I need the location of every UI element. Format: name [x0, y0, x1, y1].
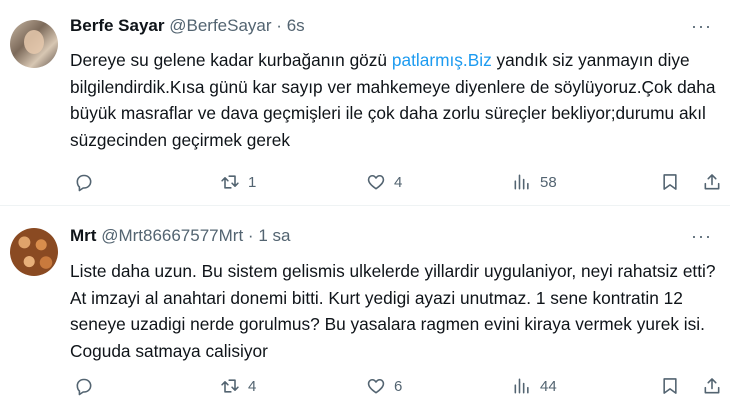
separator: ·: [276, 16, 282, 35]
bookmark-button[interactable]: [660, 374, 680, 398]
views-button[interactable]: 44: [512, 374, 557, 398]
share-button[interactable]: [702, 374, 722, 398]
share-icon: [704, 378, 720, 394]
tweet-link[interactable]: patlarmış.Biz: [392, 50, 492, 70]
like-icon: [367, 174, 385, 190]
views-icon: [514, 378, 529, 394]
reply-icon: [76, 174, 92, 192]
reply-button[interactable]: [74, 374, 102, 398]
retweet-count: 4: [248, 377, 257, 395]
action-bar: 1 4 58: [70, 170, 720, 194]
views-button[interactable]: 58: [512, 170, 557, 194]
tweet[interactable]: Berfe Sayar @BerfeSayar · 6s ··· Dereye …: [0, 0, 730, 205]
separator: ·: [247, 226, 254, 245]
retweet-icon: [221, 175, 239, 189]
tweet-header: Berfe Sayar @BerfeSayar · 6s: [70, 16, 305, 36]
display-name[interactable]: Mrt: [70, 226, 96, 245]
views-count: 58: [540, 173, 557, 191]
views-icon: [514, 174, 529, 190]
tweet-header: Mrt @Mrt86667577Mrt · 1 sa: [70, 226, 290, 246]
more-options-icon[interactable]: ···: [691, 16, 712, 37]
timestamp[interactable]: 6s: [287, 16, 305, 35]
retweet-button[interactable]: 4: [220, 374, 256, 398]
reply-icon: [76, 378, 92, 396]
avatar[interactable]: [10, 20, 58, 68]
views-count: 44: [540, 377, 557, 395]
tweet-text: Dereye su gelene kadar kurbağanın gözü p…: [70, 47, 720, 153]
like-button[interactable]: 4: [366, 170, 402, 194]
like-icon: [367, 378, 385, 394]
bookmark-icon: [663, 378, 677, 394]
retweet-icon: [221, 379, 239, 393]
timestamp[interactable]: 1 sa: [258, 226, 290, 245]
tweet-text: Liste daha uzun. Bu sistem gelismis ulke…: [70, 258, 720, 364]
tweet-text-part: Liste daha uzun. Bu sistem gelismis ulke…: [70, 261, 716, 361]
share-icon: [704, 174, 720, 190]
tweet-text-part: Dereye su gelene kadar kurbağanın gözü: [70, 50, 392, 70]
avatar[interactable]: [10, 228, 58, 276]
like-button[interactable]: 6: [366, 374, 402, 398]
tweet[interactable]: Mrt @Mrt86667577Mrt · 1 sa ··· Liste dah…: [0, 207, 730, 420]
user-handle[interactable]: @Mrt86667577Mrt: [101, 226, 243, 245]
share-button[interactable]: [702, 170, 722, 194]
action-bar: 4 6 44: [70, 374, 720, 398]
divider: [0, 205, 730, 206]
like-count: 4: [394, 173, 403, 191]
bookmark-button[interactable]: [660, 170, 680, 194]
display-name[interactable]: Berfe Sayar: [70, 16, 165, 35]
user-handle[interactable]: @BerfeSayar: [169, 16, 271, 35]
retweet-count: 1: [248, 173, 257, 191]
like-count: 6: [394, 377, 403, 395]
retweet-button[interactable]: 1: [220, 170, 256, 194]
bookmark-icon: [663, 174, 677, 190]
reply-button[interactable]: [74, 170, 102, 194]
more-options-icon[interactable]: ···: [691, 226, 712, 247]
